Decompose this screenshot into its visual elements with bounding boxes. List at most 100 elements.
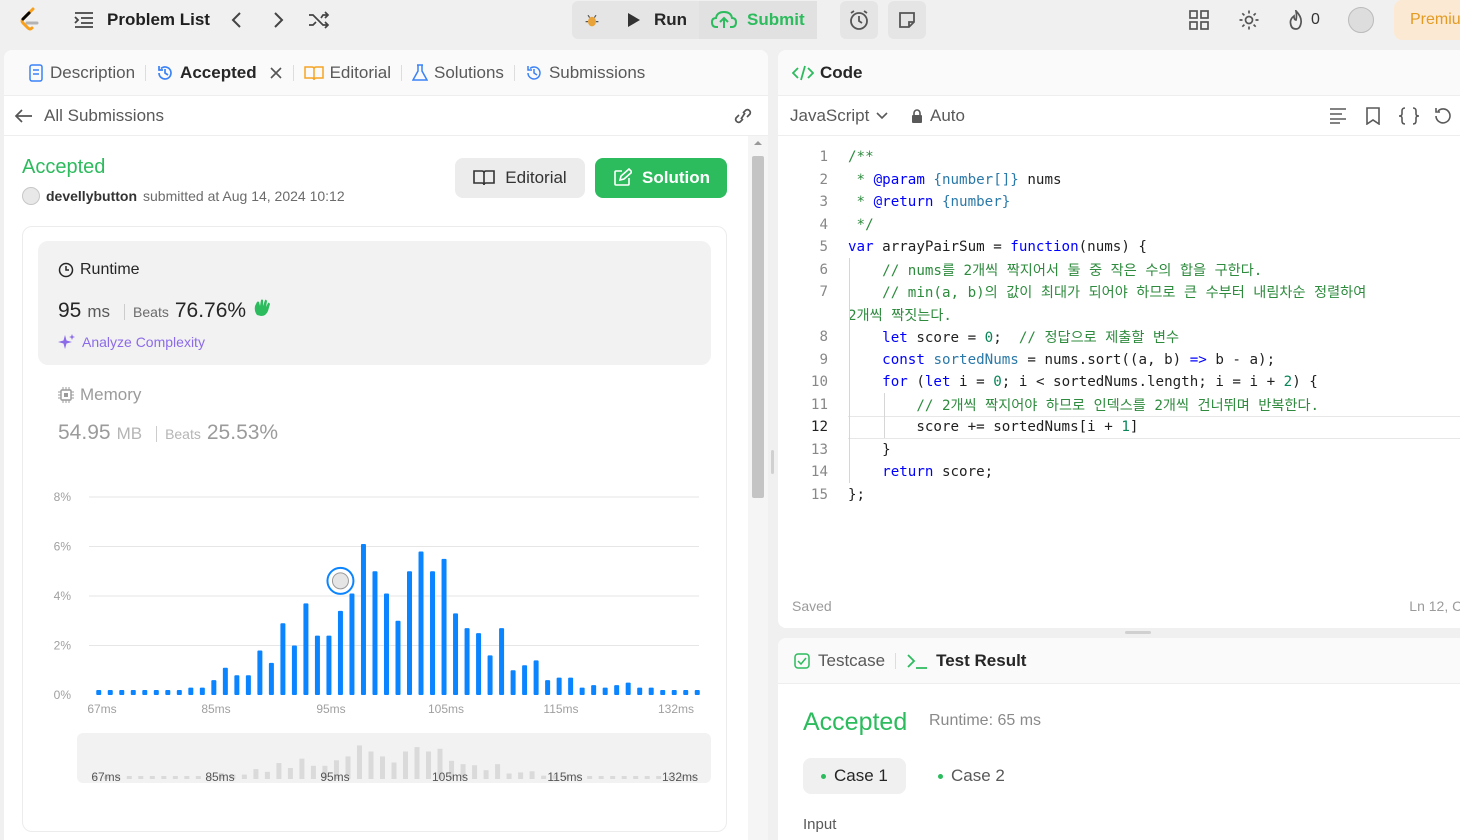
tab-accepted[interactable]: Accepted xyxy=(146,63,293,83)
chart-bar xyxy=(130,690,136,695)
code-line: 11 // 2개씩 짝지어야 하므로 인덱스를 2개씩 건너뛰며 반복한다. xyxy=(810,396,1320,414)
chart-bar xyxy=(337,610,343,695)
editorial-button-label: Editorial xyxy=(505,168,567,187)
chart-bar xyxy=(107,690,113,695)
book-icon xyxy=(303,65,324,80)
problem-list-title[interactable]: Problem List xyxy=(107,10,210,30)
memory-beats-value: 25.53% xyxy=(206,421,279,444)
chart-bar xyxy=(280,623,286,695)
tab-test-result[interactable]: Test Result xyxy=(936,651,1026,671)
problem-list-icon[interactable] xyxy=(74,11,94,29)
case-1-button[interactable]: Case 1 xyxy=(803,758,906,794)
overview-tick-label: 132ms xyxy=(662,770,698,784)
chart-bar xyxy=(568,677,574,695)
overview-bar xyxy=(610,776,616,779)
overview-bar xyxy=(299,758,305,779)
format-icon[interactable] xyxy=(1328,107,1348,125)
vertical-resize-handle[interactable] xyxy=(771,450,774,474)
left-tabs: Description Accepted Editorial Solutions… xyxy=(4,50,768,96)
run-button[interactable]: Run xyxy=(612,1,699,39)
chart-bar xyxy=(291,645,297,695)
debug-icon[interactable] xyxy=(572,1,612,39)
overview-bar xyxy=(184,776,190,779)
tab-solutions[interactable]: Solutions xyxy=(402,63,514,83)
all-submissions-nav[interactable]: All Submissions xyxy=(4,96,768,136)
chart-bar xyxy=(326,635,332,695)
tab-submissions-label: Submissions xyxy=(548,62,646,82)
chart-bar xyxy=(683,690,689,695)
streak-counter[interactable]: 0 xyxy=(1287,10,1320,30)
username[interactable]: develly​button xyxy=(46,188,137,204)
chart-bar xyxy=(441,558,447,695)
timer-icon[interactable] xyxy=(840,1,878,39)
prev-problem-icon[interactable] xyxy=(229,10,243,30)
overview-tick-label: 67ms xyxy=(91,770,120,784)
submit-button[interactable]: Submit xyxy=(699,1,817,39)
x-tick-label: 105ms xyxy=(428,702,464,716)
chart-bar xyxy=(188,687,194,695)
runtime-label: Runtime xyxy=(58,261,140,279)
close-tab-icon[interactable] xyxy=(269,66,283,80)
solution-button[interactable]: Solution xyxy=(595,158,727,198)
braces-icon[interactable] xyxy=(1398,107,1420,125)
submitted-time: submitted at Aug 14, 2024 10:12 xyxy=(143,188,345,204)
code-line: 5 var arrayPairSum = function(nums) { xyxy=(819,239,1147,256)
pass-dot xyxy=(821,773,826,779)
tab-editorial[interactable]: Editorial xyxy=(294,63,401,83)
reset-icon[interactable] xyxy=(1432,107,1452,125)
horizontal-resize-handle[interactable] xyxy=(1125,631,1151,634)
runtime-value: 95 ms Beats 76.76% xyxy=(58,297,272,323)
language-select[interactable]: JavaScript xyxy=(790,106,889,126)
chart-bar xyxy=(96,690,102,695)
streak-count: 0 xyxy=(1311,11,1320,28)
auto-mode[interactable]: Auto xyxy=(910,106,965,126)
x-tick-label: 115ms xyxy=(543,702,578,716)
premium-button[interactable]: Premiu xyxy=(1394,0,1460,40)
overview-bar xyxy=(287,768,293,779)
shuffle-icon[interactable] xyxy=(308,10,330,30)
next-problem-icon[interactable] xyxy=(272,10,286,30)
code-editor[interactable]: 1/** 2 * @param {number[]} nums 3 * @ret… xyxy=(778,146,1460,596)
code-header: Code xyxy=(778,50,1460,96)
chart-bar xyxy=(303,603,309,695)
x-tick-label: 67ms xyxy=(87,702,116,716)
book-icon xyxy=(473,170,496,186)
overview-bar xyxy=(598,776,604,779)
case-2-button[interactable]: Case 2 xyxy=(920,758,1023,794)
overview-bar xyxy=(483,770,489,779)
scroll-thumb[interactable] xyxy=(752,156,764,498)
leetcode-logo-icon[interactable] xyxy=(16,6,44,34)
user-avatar[interactable] xyxy=(1348,7,1374,33)
chart-bar xyxy=(499,628,505,695)
layout-icon[interactable] xyxy=(1188,9,1210,31)
bookmark-icon[interactable] xyxy=(1365,107,1381,125)
analyze-complexity-link[interactable]: Analyze Complexity xyxy=(58,333,205,351)
left-scrollbar[interactable] xyxy=(748,136,768,840)
overview-bar xyxy=(472,765,478,779)
overview-bar xyxy=(644,776,650,779)
tab-description[interactable]: Description xyxy=(18,63,145,83)
code-line: 2개씩 짝짓는다. xyxy=(848,307,952,324)
runtime-box[interactable]: Runtime 95 ms Beats 76.76% Analyze Compl… xyxy=(38,241,711,365)
tab-testcase[interactable]: Testcase xyxy=(818,651,885,671)
pass-dot xyxy=(938,773,943,779)
x-tick-label: 132ms xyxy=(658,702,694,716)
chart-bar xyxy=(476,633,482,695)
editorial-button[interactable]: Editorial xyxy=(455,158,585,198)
chart-bar xyxy=(464,628,470,695)
overview-bar xyxy=(541,775,547,779)
chevron-down-icon xyxy=(876,112,888,120)
code-title: Code xyxy=(820,62,863,82)
overview-tick-label: 85ms xyxy=(205,770,234,784)
share-link-icon[interactable] xyxy=(732,107,754,125)
tab-submissions[interactable]: Submissions xyxy=(515,63,655,83)
overview-bar xyxy=(253,769,259,779)
code-line: 14 return score; xyxy=(810,464,994,481)
history-icon xyxy=(158,65,172,80)
flask-icon xyxy=(412,63,428,81)
memory-label[interactable]: Memory xyxy=(58,385,141,405)
runtime-distribution-chart[interactable]: 0% 2% 4% 6% 8% 67ms 85ms 95ms 105ms 115ms 132ms 67m… xyxy=(23,487,728,817)
settings-gear-icon[interactable] xyxy=(1238,9,1260,31)
memory-beats-label: Beats xyxy=(156,426,201,442)
notes-icon[interactable] xyxy=(888,1,926,39)
